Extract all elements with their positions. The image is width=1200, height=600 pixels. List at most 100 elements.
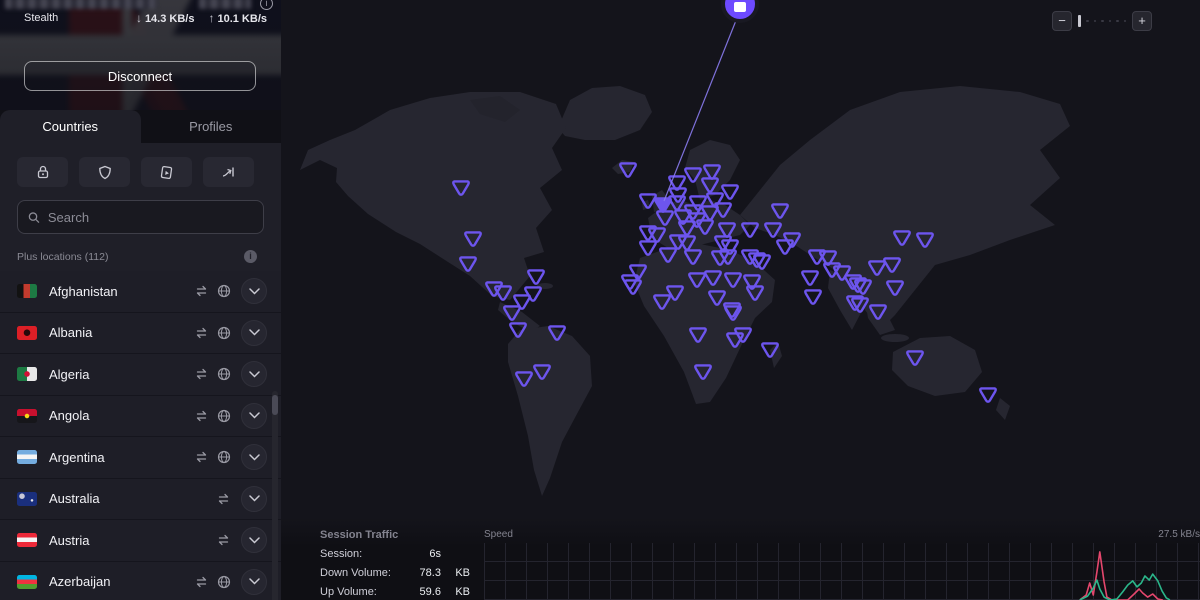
countries-panel: Plus locations (112) i Afghanistan Alban… — [0, 143, 281, 600]
server-pin[interactable] — [528, 270, 543, 283]
country-row[interactable]: Austria — [0, 520, 281, 562]
session-traffic-row: Up Volume: 59.6 KB — [320, 586, 470, 598]
server-pin[interactable] — [722, 185, 737, 198]
lock-icon[interactable] — [17, 157, 68, 187]
country-row[interactable]: Argentina — [0, 437, 281, 479]
chevron-down-icon — [249, 495, 260, 502]
server-pin[interactable] — [980, 388, 995, 401]
country-flag-icon — [17, 284, 37, 298]
disconnect-button[interactable]: Disconnect — [24, 61, 256, 91]
chevron-down-icon — [249, 329, 260, 336]
smart-routing-globe-icon — [217, 450, 231, 464]
country-flag-icon — [17, 450, 37, 464]
zoom-level-dot[interactable] — [1116, 20, 1119, 23]
country-row[interactable]: Albania — [0, 313, 281, 355]
ip-address-redacted — [199, 0, 251, 9]
zoom-level-dot[interactable] — [1101, 20, 1104, 23]
expand-country-button[interactable] — [241, 403, 267, 429]
search-icon — [28, 211, 40, 224]
sidebar-scrollbar-thumb[interactable] — [272, 395, 278, 415]
expand-country-button[interactable] — [241, 278, 267, 304]
search-input[interactable] — [48, 210, 253, 225]
smart-routing-globe-icon — [217, 284, 231, 298]
speed-scale-label: 27.5 kB/s — [1158, 529, 1200, 540]
speed-chart-panel: Speed 27.5 kB/s — [484, 529, 1200, 600]
tab-profiles[interactable]: Profiles — [141, 110, 282, 143]
tab-bar: Countries Profiles — [0, 110, 281, 143]
speed-chart-grid — [484, 543, 1200, 600]
speed-chart-title: Speed — [484, 529, 513, 540]
chevron-down-icon — [249, 288, 260, 295]
server-pin[interactable] — [805, 290, 820, 303]
country-row[interactable]: Algeria — [0, 354, 281, 396]
smart-routing-globe-icon — [217, 409, 231, 423]
upload-speed-line — [1080, 574, 1170, 600]
upload-speed: 10.1 KB/s — [217, 13, 267, 25]
country-name: Angola — [49, 408, 194, 423]
traffic-value: 59.6 — [407, 586, 441, 598]
expand-country-button[interactable] — [241, 444, 267, 470]
zoom-level-dot[interactable] — [1094, 20, 1097, 23]
country-list: Afghanistan Albania Algeria A — [0, 271, 281, 600]
country-name: Algeria — [49, 367, 194, 382]
tab-countries[interactable]: Countries — [0, 110, 141, 143]
country-name: Argentina — [49, 450, 194, 465]
zoom-level-dot[interactable] — [1109, 20, 1112, 23]
session-traffic-panel: Session Traffic Session: 6s Down Volume:… — [320, 529, 470, 600]
map-zoom-control: − + — [1052, 11, 1152, 31]
server-pin[interactable] — [640, 241, 655, 254]
p2p-swap-icon — [194, 327, 209, 339]
traffic-unit — [441, 548, 470, 560]
speed-readouts: ↓14.3 KB/s ↑10.1 KB/s — [136, 11, 267, 25]
upload-arrow-icon: ↑ — [208, 11, 214, 25]
protocol-label: Stealth — [24, 12, 58, 24]
expand-country-button[interactable] — [241, 320, 267, 346]
info-icon[interactable]: i — [260, 0, 273, 10]
expand-country-button[interactable] — [241, 486, 267, 512]
expand-country-button[interactable] — [241, 527, 267, 553]
country-row[interactable]: Australia — [0, 479, 281, 521]
session-traffic-row: Down Volume: 78.3 KB — [320, 567, 470, 579]
connected-home-marker[interactable] — [723, 0, 757, 21]
shield-icon[interactable] — [79, 157, 130, 187]
traffic-unit: KB — [441, 586, 470, 598]
country-row[interactable]: Azerbaijan — [0, 562, 281, 600]
zoom-slider[interactable] — [1078, 15, 1126, 27]
sidebar: i Stealth ↓14.3 KB/s ↑10.1 KB/s Disconne… — [0, 0, 281, 600]
lock-glyph-icon — [734, 2, 746, 12]
zoom-level-dot[interactable] — [1124, 20, 1127, 23]
search-box — [17, 200, 264, 234]
country-name: Austria — [49, 533, 216, 548]
server-pin[interactable] — [525, 287, 540, 300]
locations-info-icon[interactable]: i — [244, 250, 257, 263]
country-row[interactable]: Afghanistan — [0, 271, 281, 313]
country-flag-icon — [17, 326, 37, 340]
p2p-arrow-icon[interactable] — [203, 157, 254, 187]
p2p-swap-icon — [194, 368, 209, 380]
zoom-slider-handle[interactable] — [1078, 15, 1081, 27]
country-row[interactable]: Angola — [0, 396, 281, 438]
country-name: Azerbaijan — [49, 574, 194, 589]
zoom-in-button[interactable]: + — [1132, 11, 1152, 31]
country-flag-icon — [17, 533, 37, 547]
sidebar-scrollbar — [272, 391, 278, 600]
chevron-down-icon — [249, 537, 260, 544]
traffic-label: Session: — [320, 548, 407, 560]
country-flag-icon — [17, 409, 37, 423]
expand-country-button[interactable] — [241, 569, 267, 595]
p2p-swap-icon — [194, 410, 209, 422]
zoom-out-button[interactable]: − — [1052, 11, 1072, 31]
expand-country-button[interactable] — [241, 361, 267, 387]
server-pin[interactable] — [802, 271, 817, 284]
p2p-swap-icon — [194, 576, 209, 588]
smart-routing-globe-icon — [217, 326, 231, 340]
country-name: Afghanistan — [49, 284, 194, 299]
connection-header: i Stealth ↓14.3 KB/s ↑10.1 KB/s Disconne… — [0, 0, 281, 110]
chevron-down-icon — [249, 454, 260, 461]
zoom-level-dot[interactable] — [1086, 20, 1089, 23]
country-flag-icon — [17, 575, 37, 589]
p2p-swap-icon — [194, 285, 209, 297]
streaming-icon[interactable] — [141, 157, 192, 187]
traffic-value: 6s — [407, 548, 441, 560]
traffic-value: 78.3 — [407, 567, 441, 579]
